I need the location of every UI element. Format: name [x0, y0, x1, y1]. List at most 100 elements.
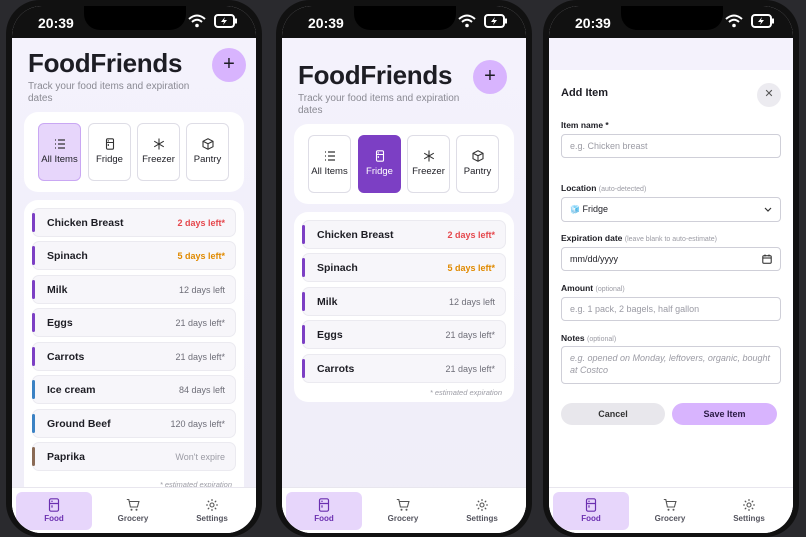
food-item[interactable]: Carrots 21 days left* [302, 354, 506, 383]
snowflake-icon [423, 150, 434, 162]
filter-freezer[interactable]: Freezer [137, 123, 180, 181]
filter-all-items[interactable]: All Items [308, 135, 351, 193]
food-list: Chicken Breast 2 days left* Spinach 5 days… [294, 212, 514, 402]
box-icon [201, 138, 214, 150]
expiry-status: 5 days left* [177, 251, 225, 261]
food-item[interactable]: Ground Beef 120 days left* [32, 409, 236, 438]
notch [84, 6, 186, 30]
expiration-date-input[interactable]: mm/dd/yyyy [561, 247, 781, 271]
add-item-button[interactable]: + [473, 60, 507, 94]
food-item[interactable]: Carrots 21 days left* [32, 342, 236, 371]
food-name: Carrots [47, 351, 85, 363]
box-icon [471, 150, 484, 162]
gear-icon [743, 499, 755, 511]
filter-label: All Items [311, 166, 348, 177]
tab-grocery[interactable]: Grocery [95, 492, 171, 530]
tab-settings[interactable]: Settings [174, 492, 250, 530]
food-screen: FoodFriends Track your food items and ex… [282, 38, 526, 533]
tab-grocery[interactable]: Grocery [365, 492, 441, 530]
filter-fridge[interactable]: Fridge [358, 135, 401, 193]
close-button[interactable]: ✕ [757, 83, 781, 107]
food-item[interactable]: Milk 12 days left [32, 275, 236, 304]
food-item[interactable]: Chicken Breast 2 days left* [302, 220, 506, 249]
food-name: Paprika [47, 451, 85, 463]
food-name: Carrots [317, 363, 355, 375]
tab-label: Food [581, 514, 601, 523]
expiry-status: 21 days left* [445, 330, 495, 340]
label-text: Amount [561, 283, 594, 293]
screen: 20:39 FoodFriends Track your food items … [282, 6, 526, 533]
status-bar: 20:39 [549, 6, 793, 38]
food-item[interactable]: Chicken Breast 2 days left* [32, 208, 236, 237]
filter-pantry[interactable]: Pantry [186, 123, 229, 181]
filter-pantry[interactable]: Pantry [456, 135, 499, 193]
food-name: Chicken Breast [317, 229, 394, 241]
tab-grocery[interactable]: Grocery [632, 492, 708, 530]
notch [621, 6, 723, 30]
save-item-button[interactable]: Save Item [672, 403, 777, 425]
filter-fridge[interactable]: Fridge [88, 123, 131, 181]
amount-input[interactable]: e.g. 1 pack, 2 bagels, half gallon [561, 297, 781, 321]
food-list: Chicken Breast 2 days left* Spinach 5 days… [24, 200, 244, 500]
food-item[interactable]: Eggs 21 days left* [302, 320, 506, 349]
status-bar: 20:39 [12, 6, 256, 38]
food-item[interactable]: Paprika Won't expire [32, 442, 236, 471]
label-text: Location [561, 183, 597, 193]
label-hint: (leave blank to auto-estimate) [624, 236, 717, 243]
filter-label: Freezer [412, 166, 445, 177]
food-item[interactable]: Milk 12 days left [302, 287, 506, 316]
food-item[interactable]: Spinach 5 days left* [302, 253, 506, 282]
status-time: 20:39 [308, 15, 344, 31]
fridge-emoji-icon: 🧊 [570, 205, 580, 214]
location-bar [32, 347, 35, 366]
add-item-screen: Add Item ✕ Item name * e.g. Chicken brea… [549, 38, 793, 533]
app-subtitle: Track your food items and expiration dat… [28, 81, 190, 104]
tab-settings[interactable]: Settings [711, 492, 787, 530]
status-icons [725, 14, 775, 28]
location-select[interactable]: 🧊 Fridge [561, 197, 781, 222]
tab-settings[interactable]: Settings [444, 492, 520, 530]
chevron-down-icon [764, 207, 772, 212]
expiry-status: 21 days left* [445, 364, 495, 374]
fridge-icon [375, 150, 384, 162]
notes-textarea[interactable]: e.g. opened on Monday, leftovers, organi… [561, 346, 781, 384]
food-item[interactable]: Eggs 21 days left* [32, 308, 236, 337]
label-text: Expiration date [561, 233, 623, 243]
add-item-modal: Add Item ✕ Item name * e.g. Chicken brea… [549, 70, 793, 487]
add-item-button[interactable]: + [212, 48, 246, 82]
location-bar [302, 325, 305, 344]
modal-title: Add Item [561, 87, 609, 99]
screen: 20:39 Add Item ✕ Item name * e.g. Chicke… [549, 6, 793, 533]
tab-label: Grocery [117, 514, 149, 523]
tab-food[interactable]: Food [286, 492, 362, 530]
cancel-button[interactable]: Cancel [561, 403, 665, 425]
wifi-icon [458, 14, 476, 28]
food-name: Spinach [47, 250, 88, 262]
tab-label: Settings [196, 514, 228, 523]
cart-icon [126, 498, 140, 511]
tab-food[interactable]: Food [553, 492, 629, 530]
cart-icon [396, 498, 410, 511]
app-title: FoodFriends [298, 60, 453, 90]
filter-label: Pantry [193, 154, 222, 165]
food-name: Ground Beef [47, 418, 111, 430]
item-name-input[interactable]: e.g. Chicken breast [561, 134, 781, 158]
phone-fridge: 20:39 FoodFriends Track your food items … [276, 0, 532, 537]
filter-freezer[interactable]: Freezer [407, 135, 450, 193]
status-time: 20:39 [575, 15, 611, 31]
filter-all-items[interactable]: All Items [38, 123, 81, 181]
status-time: 20:39 [38, 15, 74, 31]
notes-label: Notes (optional) [561, 333, 616, 343]
label-hint: (optional) [587, 336, 617, 343]
tab-food[interactable]: Food [16, 492, 92, 530]
amount-label: Amount (optional) [561, 283, 625, 293]
location-bar [32, 414, 35, 433]
food-item[interactable]: Ice cream 84 days left [32, 375, 236, 404]
fridge-icon [105, 138, 114, 150]
label-text: Item name * [561, 120, 609, 130]
food-name: Ice cream [47, 384, 96, 396]
expiry-status: 21 days left* [175, 318, 225, 328]
location-bar [32, 447, 35, 466]
app-subtitle: Track your food items and expiration dat… [298, 93, 460, 116]
food-item[interactable]: Spinach 5 days left* [32, 241, 236, 270]
